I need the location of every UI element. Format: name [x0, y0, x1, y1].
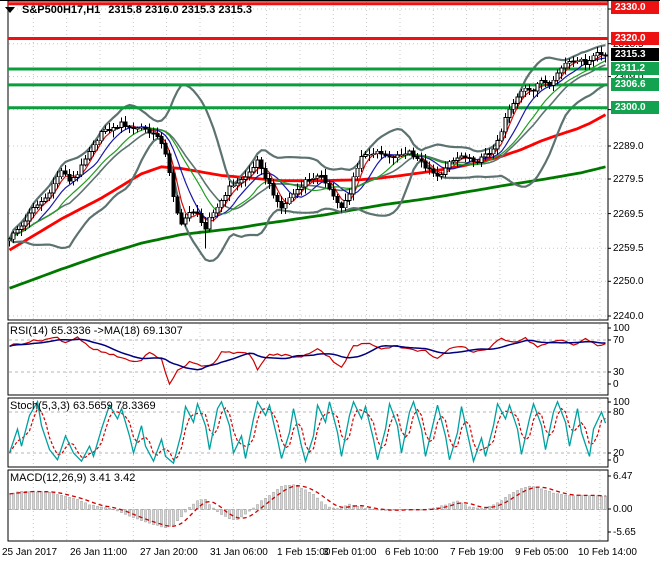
resistance-price-tag: 2320.0: [611, 32, 659, 45]
rsi-axis-label: 30: [613, 367, 625, 378]
rsi-axis-label: 100: [613, 323, 630, 334]
rsi-axis-label: 0: [613, 379, 619, 390]
time-axis-label: 25 Jan 2017: [2, 547, 58, 558]
rsi-indicator-label: RSI(14) 65.3336 ->MA(18) 69.1307: [10, 325, 183, 337]
price-axis-label: 2250.0: [613, 276, 644, 288]
resistance-price-tag: 2330.0: [611, 1, 659, 14]
symbol-dropdown-icon[interactable]: [5, 7, 15, 13]
time-axis-label: 7 Feb 19:00: [450, 547, 504, 558]
price-axis-label: 2269.5: [613, 208, 644, 220]
macd-axis-label: 6.47: [613, 471, 633, 482]
macd-axis-label: 0.00: [613, 504, 633, 515]
support-price-tag: 2300.0: [611, 101, 659, 114]
price-axis-label: 2279.5: [613, 173, 644, 185]
time-axis-label: 9 Feb 05:00: [515, 547, 569, 558]
price-axis-label: 2240.0: [613, 310, 644, 322]
ohlc-quote: 2315.8 2316.0 2315.3 2315.3: [108, 4, 253, 16]
stoch-indicator-label: Stoch(5,3,3) 63.5659 78.3369: [10, 400, 156, 412]
time-axis-label: 10 Feb 14:00: [578, 547, 637, 558]
support-price-tag: 2311.2: [611, 62, 659, 75]
support-price-tag: 2306.6: [611, 78, 659, 91]
chart-title-bar: S&P500H17,H1 2315.8 2316.0 2315.3 2315.3: [5, 4, 252, 16]
chart-window: S&P500H17,H1 2315.8 2316.0 2315.3 2315.3 …: [0, 0, 660, 561]
macd-axis-label: -5.65: [613, 527, 636, 538]
stoch-axis-label: 80: [613, 407, 625, 418]
rsi-axis-label: 70: [613, 335, 625, 346]
time-axis-label: 26 Jan 11:00: [70, 547, 128, 558]
current-price-tag: 2315.3: [611, 48, 659, 61]
time-axis-label: 6 Feb 10:00: [385, 547, 439, 558]
stoch-axis-label: 0: [613, 455, 619, 466]
price-axis-label: 2259.5: [613, 243, 644, 255]
time-axis-label: 31 Jan 06:00: [210, 547, 268, 558]
price-axis-label: 2289.0: [613, 141, 644, 152]
time-axis-label: 3 Feb 01:00: [323, 547, 377, 558]
macd-indicator-label: MACD(12,26,9) 3.41 3.42: [10, 472, 136, 484]
symbol-name: S&P500H17,H1: [22, 4, 101, 16]
time-axis-label: 27 Jan 20:00: [140, 547, 198, 558]
